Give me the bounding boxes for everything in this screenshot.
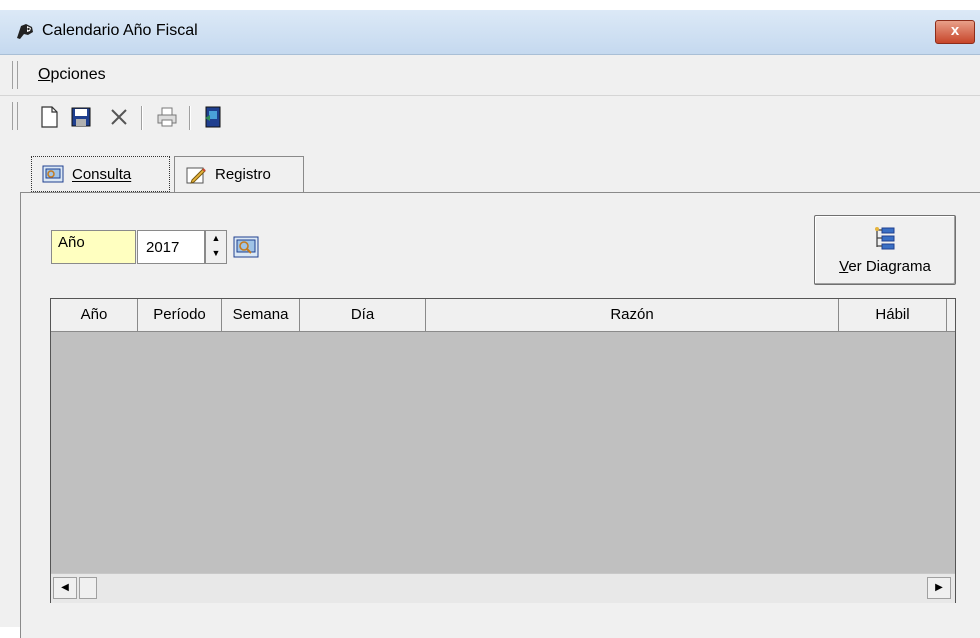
menu-opciones[interactable]: Opciones: [38, 66, 106, 84]
tab-consulta-label: Consulta: [72, 165, 132, 183]
menu-bar: Opciones: [0, 55, 980, 96]
scroll-left-icon[interactable]: ◀: [53, 577, 77, 599]
tab-registro-label: Registro: [215, 166, 271, 183]
scroll-thumb[interactable]: [79, 577, 97, 599]
edit-icon: [186, 167, 206, 184]
year-label: Año: [51, 230, 136, 264]
app-icon: [17, 24, 33, 39]
query-button[interactable]: [229, 230, 263, 264]
toolbar-grip[interactable]: [12, 102, 18, 130]
save-button[interactable]: [68, 104, 94, 130]
scroll-right-icon[interactable]: ▶: [927, 577, 951, 599]
year-spinner[interactable]: ▲ ▼: [205, 230, 227, 264]
toolbar: [0, 96, 980, 138]
save-icon: [71, 107, 91, 127]
new-button[interactable]: [36, 104, 62, 130]
spinner-down-icon[interactable]: ▼: [206, 246, 226, 261]
menu-opciones-label: pciones: [50, 66, 106, 83]
column-header-habil[interactable]: Hábil: [839, 299, 947, 331]
new-icon: [41, 106, 58, 128]
column-header-razon[interactable]: Razón: [426, 299, 839, 331]
ver-diagrama-label-rest: er Diagrama: [848, 258, 931, 275]
delete-icon: [111, 109, 127, 125]
tab-registro[interactable]: Registro: [174, 156, 304, 192]
calendar-grid[interactable]: Año Período Semana Día Razón Hábil ◀ ▶: [50, 298, 956, 603]
tab-consulta[interactable]: Consulta: [31, 156, 170, 192]
spinner-up-icon[interactable]: ▲: [206, 231, 226, 246]
query-icon: [233, 236, 259, 258]
toolbar-separator-2: [189, 106, 191, 130]
close-icon: x: [950, 22, 960, 39]
export-button[interactable]: [200, 104, 226, 130]
query-icon: [42, 165, 64, 183]
print-icon: [157, 107, 177, 127]
column-header-periodo[interactable]: Período: [138, 299, 222, 331]
menu-grip[interactable]: [12, 61, 18, 89]
column-header-dia[interactable]: Día: [300, 299, 426, 331]
app-window: Calendario Año Fiscal x Opciones Consult…: [0, 10, 980, 638]
ver-diagrama-label: Ver Diagrama: [815, 258, 955, 275]
ver-diagrama-button[interactable]: Ver Diagrama: [814, 215, 956, 285]
year-input[interactable]: 2017: [137, 230, 205, 264]
ver-diagrama-mnemonic: V: [839, 258, 849, 275]
print-button[interactable]: [154, 104, 180, 130]
column-header-ano[interactable]: Año: [51, 299, 138, 331]
close-button[interactable]: x: [935, 20, 975, 44]
delete-button[interactable]: [106, 104, 132, 130]
tab-strip: Consulta Registro: [0, 156, 980, 196]
column-header-semana[interactable]: Semana: [222, 299, 300, 331]
grid-header: Año Período Semana Día Razón Hábil: [51, 299, 955, 332]
title-bar[interactable]: Calendario Año Fiscal x: [0, 10, 980, 55]
export-icon: [205, 106, 221, 128]
window-title: Calendario Año Fiscal: [42, 22, 198, 39]
menu-opciones-mnemonic: O: [38, 66, 51, 83]
toolbar-separator: [141, 106, 143, 130]
diagram-icon: [875, 227, 895, 250]
horizontal-scrollbar[interactable]: ◀ ▶: [51, 573, 955, 603]
